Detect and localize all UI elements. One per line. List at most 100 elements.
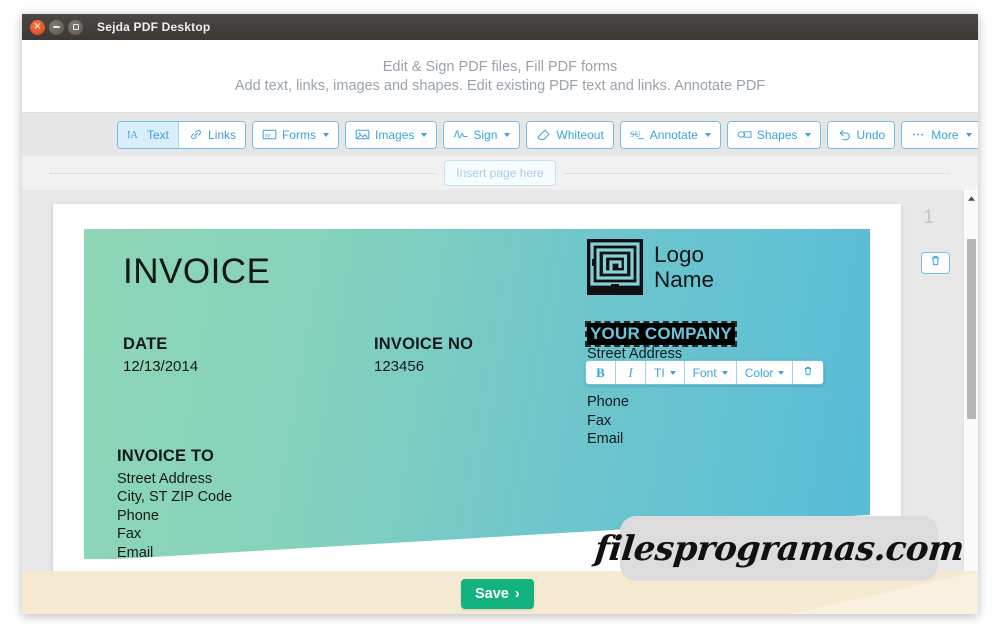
image-icon bbox=[355, 128, 370, 142]
toolbar-button-more[interactable]: More bbox=[902, 121, 978, 148]
main-toolbar-bar: IA Text Links xy Forms Images Sign Whiteout SU An… bbox=[22, 112, 978, 156]
toolbar-group: SU Annotate bbox=[619, 120, 721, 149]
trash-icon bbox=[929, 254, 942, 272]
app-header: Edit & Sign PDF files, Fill PDF forms Ad… bbox=[22, 40, 978, 112]
delete-page-button[interactable] bbox=[921, 252, 950, 274]
chevron-right-icon: › bbox=[514, 586, 520, 602]
date-field[interactable]: DATE 12/13/2014 bbox=[123, 335, 198, 376]
toolbar-button-label: Links bbox=[208, 127, 237, 142]
toolbar-button-whiteout[interactable]: Whiteout bbox=[527, 121, 613, 148]
chevron-down-icon bbox=[804, 132, 811, 137]
logo-text[interactable]: Logo Name bbox=[654, 242, 714, 292]
save-label: Save bbox=[475, 586, 509, 602]
toolbar-button-links[interactable]: Links bbox=[179, 121, 246, 148]
header-tagline-secondary: Add text, links, images and shapes. Edit… bbox=[234, 77, 766, 94]
svg-text:SU: SU bbox=[630, 130, 641, 139]
maximize-window-icon[interactable] bbox=[68, 19, 83, 35]
invoice-no-label: INVOICE NO bbox=[374, 335, 474, 353]
divider-left bbox=[50, 172, 437, 174]
font-label: Font bbox=[692, 365, 717, 380]
page-number: 1 bbox=[923, 207, 934, 228]
insert-page-row: Insert page here bbox=[22, 156, 978, 190]
invoice-to-line-phone[interactable]: Phone bbox=[117, 507, 232, 525]
annotate-icon: SU bbox=[630, 128, 645, 142]
toolbar-group: IA Text Links bbox=[117, 120, 247, 149]
toolbar-button-forms[interactable]: xy Forms bbox=[253, 121, 339, 148]
chevron-down-icon bbox=[504, 132, 511, 137]
chevron-down-icon bbox=[421, 132, 428, 137]
document-canvas[interactable]: INVOICE DATE 12/13/2014 INVOICE NO 12345… bbox=[22, 190, 978, 571]
forms-icon: xy bbox=[262, 128, 277, 142]
invoice-to-line-email[interactable]: Email bbox=[117, 544, 232, 559]
toolbar-group: Whiteout bbox=[526, 120, 614, 149]
toolbar-group: More bbox=[901, 120, 978, 149]
toolbar-button-text[interactable]: IA Text bbox=[118, 121, 180, 148]
date-value[interactable]: 12/13/2014 bbox=[123, 358, 198, 376]
chevron-down-icon bbox=[669, 370, 676, 375]
undo-icon bbox=[837, 128, 852, 142]
invoice-to-line-street[interactable]: Street Address bbox=[117, 470, 232, 488]
minimize-window-icon[interactable] bbox=[49, 19, 64, 35]
divider-right bbox=[563, 172, 950, 174]
watermark-badge: filesprogramas.com bbox=[593, 516, 965, 581]
toolbar-button-label: Shapes bbox=[756, 127, 798, 142]
close-window-icon[interactable]: × bbox=[30, 19, 45, 35]
chevron-down-icon bbox=[778, 370, 785, 375]
svg-text:xy: xy bbox=[265, 133, 271, 139]
toolbar-button-label: Text bbox=[147, 127, 170, 142]
main-toolbar: IA Text Links xy Forms Images Sign Whiteout SU An… bbox=[117, 120, 978, 149]
toolbar-group: xy Forms bbox=[252, 120, 340, 149]
toolbar-group: Images bbox=[345, 120, 438, 149]
invoice-no-value[interactable]: 123456 bbox=[374, 358, 473, 376]
vertical-scrollbar[interactable] bbox=[963, 190, 978, 571]
logo-line-1: Logo bbox=[654, 241, 705, 267]
toolbar-button-annotate[interactable]: SU Annotate bbox=[620, 121, 720, 148]
invoice-to-line-city[interactable]: City, ST ZIP Code bbox=[117, 488, 232, 506]
invoice-heading[interactable]: INVOICE bbox=[123, 252, 270, 292]
invoice-to-label: INVOICE TO bbox=[117, 447, 215, 465]
logo-line-2: Name bbox=[654, 267, 715, 292]
toolbar-button-shapes[interactable]: Shapes bbox=[727, 121, 820, 148]
invoice-artwork: INVOICE DATE 12/13/2014 INVOICE NO 12345… bbox=[84, 229, 870, 559]
trash-icon bbox=[802, 365, 814, 380]
toolbar-button-label: Forms bbox=[282, 127, 317, 142]
header-tagline-primary: Edit & Sign PDF files, Fill PDF forms bbox=[382, 58, 618, 75]
delete-text-button[interactable] bbox=[793, 361, 824, 384]
company-block[interactable]: YOUR COMPANY Street Address Phone Fax Em… bbox=[585, 321, 737, 449]
window-title: Sejda PDF Desktop bbox=[97, 20, 211, 34]
maze-logo-icon bbox=[587, 239, 643, 295]
color-label: Color bbox=[744, 365, 774, 380]
color-button[interactable]: Color bbox=[736, 361, 794, 384]
toolbar-button-label: Annotate bbox=[649, 127, 698, 142]
chevron-down-icon bbox=[721, 370, 728, 375]
text-size-label: TI bbox=[654, 365, 665, 380]
insert-page-button[interactable]: Insert page here bbox=[444, 160, 556, 186]
text-icon: IA bbox=[127, 128, 142, 142]
toolbar-button-undo[interactable]: Undo bbox=[827, 121, 895, 148]
text-format-toolbar[interactable]: B I TI Font Color bbox=[585, 360, 825, 385]
toolbar-button-label: Sign bbox=[473, 127, 498, 142]
font-button[interactable]: Font bbox=[684, 361, 737, 384]
vertical-scrollbar-thumb[interactable] bbox=[967, 239, 976, 419]
toolbar-button-sign[interactable]: Sign bbox=[444, 121, 520, 148]
invoice-no-field[interactable]: INVOICE NO 123456 bbox=[374, 335, 473, 376]
company-line-email[interactable]: Email bbox=[587, 430, 735, 448]
toolbar-button-label: More bbox=[931, 127, 959, 142]
text-size-button[interactable]: TI bbox=[646, 361, 685, 384]
toolbar-group: Shapes bbox=[726, 120, 821, 149]
toolbar-group: Sign bbox=[443, 120, 521, 149]
invoice-to-line-fax[interactable]: Fax bbox=[117, 525, 232, 543]
invoice-to-field[interactable]: INVOICE TO Street Address City, ST ZIP C… bbox=[117, 447, 232, 559]
ellipsis-icon bbox=[911, 128, 926, 142]
italic-button[interactable]: I bbox=[616, 361, 646, 384]
toolbar-button-images[interactable]: Images bbox=[346, 121, 437, 148]
app-root: × Sejda PDF Desktop Edit & Sign PDF file… bbox=[0, 0, 1000, 627]
logo-block[interactable]: Logo Name bbox=[587, 239, 714, 295]
scroll-up-arrow-icon[interactable] bbox=[964, 190, 978, 206]
company-line-fax[interactable]: Fax bbox=[587, 412, 735, 430]
company-line-phone[interactable]: Phone bbox=[587, 393, 735, 411]
bold-button[interactable]: B bbox=[586, 361, 616, 384]
save-button[interactable]: Save › bbox=[461, 579, 534, 609]
eraser-icon bbox=[536, 128, 551, 142]
company-name-selected[interactable]: YOUR COMPANY bbox=[585, 321, 737, 347]
